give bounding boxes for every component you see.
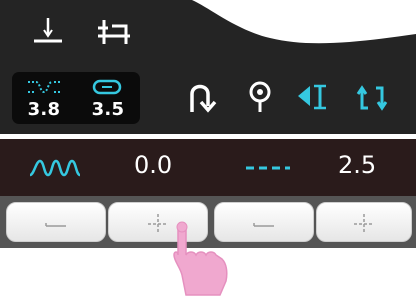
minus-icon <box>45 223 66 227</box>
decrease-zigzag-button[interactable] <box>6 202 106 242</box>
adjustment-row: 0.0 2.5 <box>0 139 416 196</box>
stitch-length-value: 3.5 <box>91 99 125 120</box>
stitch-width-icon <box>28 81 60 94</box>
minus-icon <box>253 223 274 227</box>
mirror-flip-icon[interactable] <box>352 76 392 120</box>
stitch-width-setting[interactable]: 3.8 <box>12 72 76 124</box>
stitch-length-icon <box>92 79 122 95</box>
feed-dog-icon[interactable] <box>96 14 132 50</box>
needle-position-icon[interactable] <box>240 76 280 120</box>
stitch-width-value: 3.8 <box>27 99 61 120</box>
increase-straight-button[interactable] <box>316 202 412 242</box>
straight-value: 2.5 <box>338 151 377 179</box>
sewing-machine-screen: 3.8 3.5 0.0 2.5 <box>0 0 416 297</box>
mirror-left-icon[interactable] <box>294 76 334 120</box>
right-button-group <box>212 200 414 244</box>
stitch-length-setting[interactable]: 3.5 <box>76 72 140 124</box>
plus-icon <box>354 214 374 232</box>
zigzag-value: 0.0 <box>134 151 173 179</box>
reverse-stitch-icon[interactable] <box>180 76 220 120</box>
stitch-settings-box[interactable]: 3.8 3.5 <box>12 72 140 124</box>
presser-foot-icon[interactable] <box>30 14 66 50</box>
straight-stitch-icon <box>246 166 290 170</box>
zigzag-stitch-icon <box>29 159 81 177</box>
touch-pointer-icon <box>173 221 228 296</box>
